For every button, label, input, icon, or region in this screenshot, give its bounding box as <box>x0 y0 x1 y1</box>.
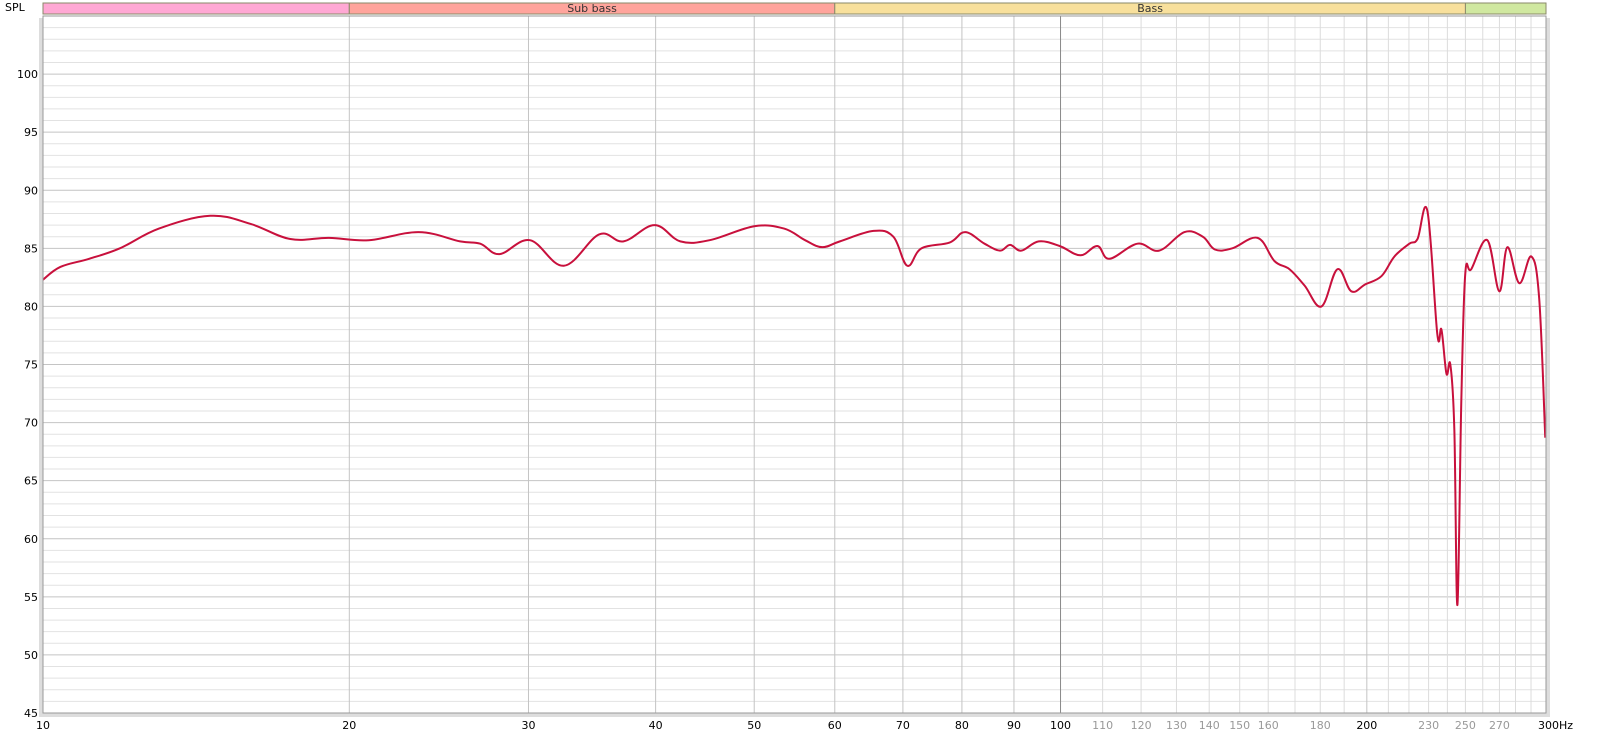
y-axis-label: SPL <box>5 1 26 14</box>
x-tick-label: 20 <box>342 719 356 732</box>
x-tick-label: 300Hz <box>1538 719 1573 732</box>
band-0 <box>42 2 350 15</box>
y-tick-label: 90 <box>24 184 38 197</box>
band-label: Bass <box>1137 2 1163 15</box>
y-tick-label: 55 <box>24 591 38 604</box>
grid <box>43 15 1546 714</box>
x-tick-label: 180 <box>1310 719 1331 732</box>
x-tick-label: 60 <box>828 719 842 732</box>
y-tick-label: 85 <box>24 242 38 255</box>
x-tick-label: 120 <box>1131 719 1152 732</box>
y-tick-label: 70 <box>24 417 38 430</box>
x-tick-label: 200 <box>1356 719 1377 732</box>
y-tick-labels: 4550556065707580859095100 <box>17 68 38 720</box>
x-tick-label: 250 <box>1455 719 1476 732</box>
y-tick-label: 75 <box>24 359 38 372</box>
x-tick-label: 100 <box>1050 719 1071 732</box>
band-label: Sub bass <box>567 2 617 15</box>
y-tick-label: 65 <box>24 475 38 488</box>
x-tick-label: 30 <box>521 719 535 732</box>
x-tick-label: 230 <box>1418 719 1439 732</box>
y-tick-label: 80 <box>24 300 38 313</box>
x-tick-label: 70 <box>896 719 910 732</box>
frequency-bands: Sub bass Bass <box>42 2 1547 15</box>
x-tick-label: 150 <box>1229 719 1250 732</box>
x-tick-label: 10 <box>36 719 50 732</box>
x-tick-label: 90 <box>1007 719 1021 732</box>
x-tick-labels: 10 20 30 40 50 60 70 80 90 100 110 120 130 140 150 160 1… <box>36 719 1573 732</box>
y-tick-label: 100 <box>17 68 38 81</box>
frequency-response-chart: SPL Sub bass Bass 45505560657075808590951… <box>5 1 1573 732</box>
y-tick-label: 95 <box>24 126 38 139</box>
x-tick-label: 130 <box>1166 719 1187 732</box>
x-tick-label: 270 <box>1489 719 1510 732</box>
y-tick-label: 60 <box>24 533 38 546</box>
band-3 <box>1464 2 1547 15</box>
x-tick-label: 40 <box>649 719 663 732</box>
x-tick-label: 110 <box>1092 719 1113 732</box>
x-tick-label: 140 <box>1199 719 1220 732</box>
x-tick-label: 160 <box>1258 719 1279 732</box>
y-tick-label: 50 <box>24 649 38 662</box>
x-tick-label: 50 <box>747 719 761 732</box>
x-tick-label: 80 <box>955 719 969 732</box>
